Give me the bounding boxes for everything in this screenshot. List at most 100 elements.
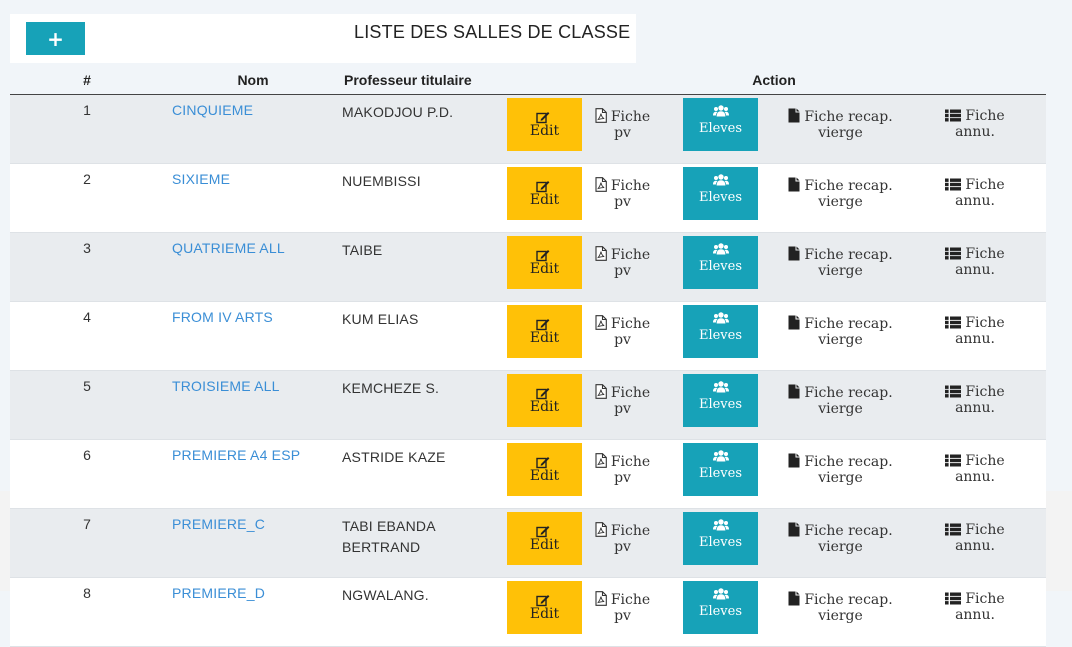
row-actions: Edit Fiche pv Eleves Fiche recap. vierge… xyxy=(502,370,1046,440)
fiche-pv-link[interactable]: Fiche pv xyxy=(585,374,660,417)
eleves-button[interactable]: Eleves xyxy=(683,98,758,151)
fiche-pv-link[interactable]: Fiche pv xyxy=(585,305,660,348)
fiche-annu-link[interactable]: Fiche annu. xyxy=(940,305,1010,347)
fiche-recap-label-2: vierge xyxy=(818,194,863,210)
fiche-pv-link[interactable]: Fiche pv xyxy=(585,581,660,624)
list-icon xyxy=(945,316,962,329)
fiche-recap-link[interactable]: Fiche recap. vierge xyxy=(778,581,903,624)
eleves-label: Eleves xyxy=(698,258,743,274)
actions-group: Edit Fiche pv Eleves Fiche recap. vierge… xyxy=(502,374,1046,427)
fiche-pv-label-1: Fiche xyxy=(610,592,651,608)
class-name-link[interactable]: PREMIERE_C xyxy=(172,516,265,532)
fiche-pv-link[interactable]: Fiche pv xyxy=(585,236,660,279)
classes-table: # Nom Professeur titulaire Action 1 CINQ… xyxy=(10,66,1046,647)
list-icon xyxy=(945,385,962,398)
table-row: 2 SIXIEME NUEMBISSI Edit Fiche pv Eleves… xyxy=(10,163,1046,233)
actions-group: Edit Fiche pv Eleves Fiche recap. vierge… xyxy=(502,167,1046,220)
fiche-recap-link[interactable]: Fiche recap. vierge xyxy=(778,236,903,279)
fiche-recap-label-1: Fiche recap. xyxy=(804,109,893,125)
file-icon xyxy=(788,453,800,468)
pdf-file-icon xyxy=(595,246,607,261)
table-header-row: # Nom Professeur titulaire Action xyxy=(10,66,1046,95)
fiche-recap-link[interactable]: Fiche recap. vierge xyxy=(778,167,903,210)
users-icon xyxy=(712,173,729,190)
fiche-pv-link[interactable]: Fiche pv xyxy=(585,167,660,210)
fiche-recap-link[interactable]: Fiche recap. vierge xyxy=(778,512,903,555)
list-icon xyxy=(945,592,962,605)
row-number: 5 xyxy=(10,370,164,440)
edit-button[interactable]: Edit xyxy=(507,512,582,565)
eleves-button[interactable]: Eleves xyxy=(683,305,758,358)
class-name-link[interactable]: QUATRIEME ALL xyxy=(172,240,285,256)
fiche-pv-label-1: Fiche xyxy=(610,178,651,194)
fiche-annu-link[interactable]: Fiche annu. xyxy=(940,443,1010,485)
fiche-pv-link[interactable]: Fiche pv xyxy=(585,443,660,486)
edit-button[interactable]: Edit xyxy=(507,374,582,427)
fiche-recap-link[interactable]: Fiche recap. vierge xyxy=(778,98,903,141)
fiche-recap-link[interactable]: Fiche recap. vierge xyxy=(778,374,903,417)
fiche-pv-label-1: Fiche xyxy=(610,385,651,401)
eleves-button[interactable]: Eleves xyxy=(683,374,758,427)
fiche-recap-label-1: Fiche recap. xyxy=(804,592,893,608)
eleves-button[interactable]: Eleves xyxy=(683,236,758,289)
fiche-annu-label-2: annu. xyxy=(955,124,995,140)
fiche-annu-label-2: annu. xyxy=(955,262,995,278)
actions-group: Edit Fiche pv Eleves Fiche recap. vierge… xyxy=(502,305,1046,358)
eleves-label: Eleves xyxy=(698,603,743,619)
header-panel: + LISTE DES SALLES DE CLASSE xyxy=(10,14,636,63)
fiche-pv-label-2: pv xyxy=(614,332,631,348)
class-name-link[interactable]: SIXIEME xyxy=(172,171,230,187)
pdf-file-icon xyxy=(595,315,607,330)
fiche-pv-link[interactable]: Fiche pv xyxy=(585,512,660,555)
fiche-recap-link[interactable]: Fiche recap. vierge xyxy=(778,305,903,348)
fiche-annu-link[interactable]: Fiche annu. xyxy=(940,374,1010,416)
edit-icon xyxy=(535,318,550,331)
fiche-recap-label-1: Fiche recap. xyxy=(804,247,893,263)
table-row: 1 CINQUIEME MAKODJOU P.D. Edit Fiche pv xyxy=(10,94,1046,164)
fiche-recap-label-1: Fiche recap. xyxy=(804,385,893,401)
class-name-link[interactable]: TROISIEME ALL xyxy=(172,378,280,394)
edit-button[interactable]: Edit xyxy=(507,581,582,634)
edit-button[interactable]: Edit xyxy=(507,305,582,358)
class-name-link[interactable]: CINQUIEME xyxy=(172,102,253,118)
edit-label: Edit xyxy=(529,467,560,484)
fiche-annu-link[interactable]: Fiche annu. xyxy=(940,98,1010,140)
row-name-cell: PREMIERE_D xyxy=(164,577,342,647)
class-name-link[interactable]: FROM IV ARTS xyxy=(172,309,273,325)
class-name-link[interactable]: PREMIERE_D xyxy=(172,585,265,601)
fiche-annu-link[interactable]: Fiche annu. xyxy=(940,167,1010,209)
row-number: 6 xyxy=(10,439,164,509)
edit-button[interactable]: Edit xyxy=(507,167,582,220)
edit-button[interactable]: Edit xyxy=(507,236,582,289)
row-actions: Edit Fiche pv Eleves Fiche recap. vierge… xyxy=(502,94,1046,164)
file-icon xyxy=(788,591,800,606)
row-teacher: MAKODJOU P.D. xyxy=(342,94,502,164)
fiche-annu-label-2: annu. xyxy=(955,469,995,485)
fiche-annu-link[interactable]: Fiche annu. xyxy=(940,512,1010,554)
fiche-pv-label-2: pv xyxy=(614,539,631,555)
file-icon xyxy=(788,522,800,537)
fiche-annu-link[interactable]: Fiche annu. xyxy=(940,581,1010,623)
fiche-pv-label-1: Fiche xyxy=(610,454,651,470)
eleves-button[interactable]: Eleves xyxy=(683,443,758,496)
eleves-button[interactable]: Eleves xyxy=(683,512,758,565)
fiche-annu-label-1: Fiche xyxy=(965,453,1005,469)
row-name-cell: TROISIEME ALL xyxy=(164,370,342,440)
actions-group: Edit Fiche pv Eleves Fiche recap. vierge… xyxy=(502,512,1046,565)
fiche-recap-label-1: Fiche recap. xyxy=(804,523,893,539)
users-icon xyxy=(712,104,729,121)
class-name-link[interactable]: PREMIERE A4 ESP xyxy=(172,447,300,463)
eleves-button[interactable]: Eleves xyxy=(683,581,758,634)
edit-button[interactable]: Edit xyxy=(507,98,582,151)
fiche-annu-link[interactable]: Fiche annu. xyxy=(940,236,1010,278)
edit-button[interactable]: Edit xyxy=(507,443,582,496)
add-class-button[interactable]: + xyxy=(26,22,85,55)
eleves-button[interactable]: Eleves xyxy=(683,167,758,220)
fiche-annu-label-2: annu. xyxy=(955,400,995,416)
edit-icon xyxy=(535,594,550,607)
table-row: 6 PREMIERE A4 ESP ASTRIDE KAZE Edit Fich… xyxy=(10,439,1046,509)
fiche-pv-link[interactable]: Fiche pv xyxy=(585,98,660,141)
eleves-label: Eleves xyxy=(698,189,743,205)
fiche-recap-link[interactable]: Fiche recap. vierge xyxy=(778,443,903,486)
eleves-label: Eleves xyxy=(698,396,743,412)
